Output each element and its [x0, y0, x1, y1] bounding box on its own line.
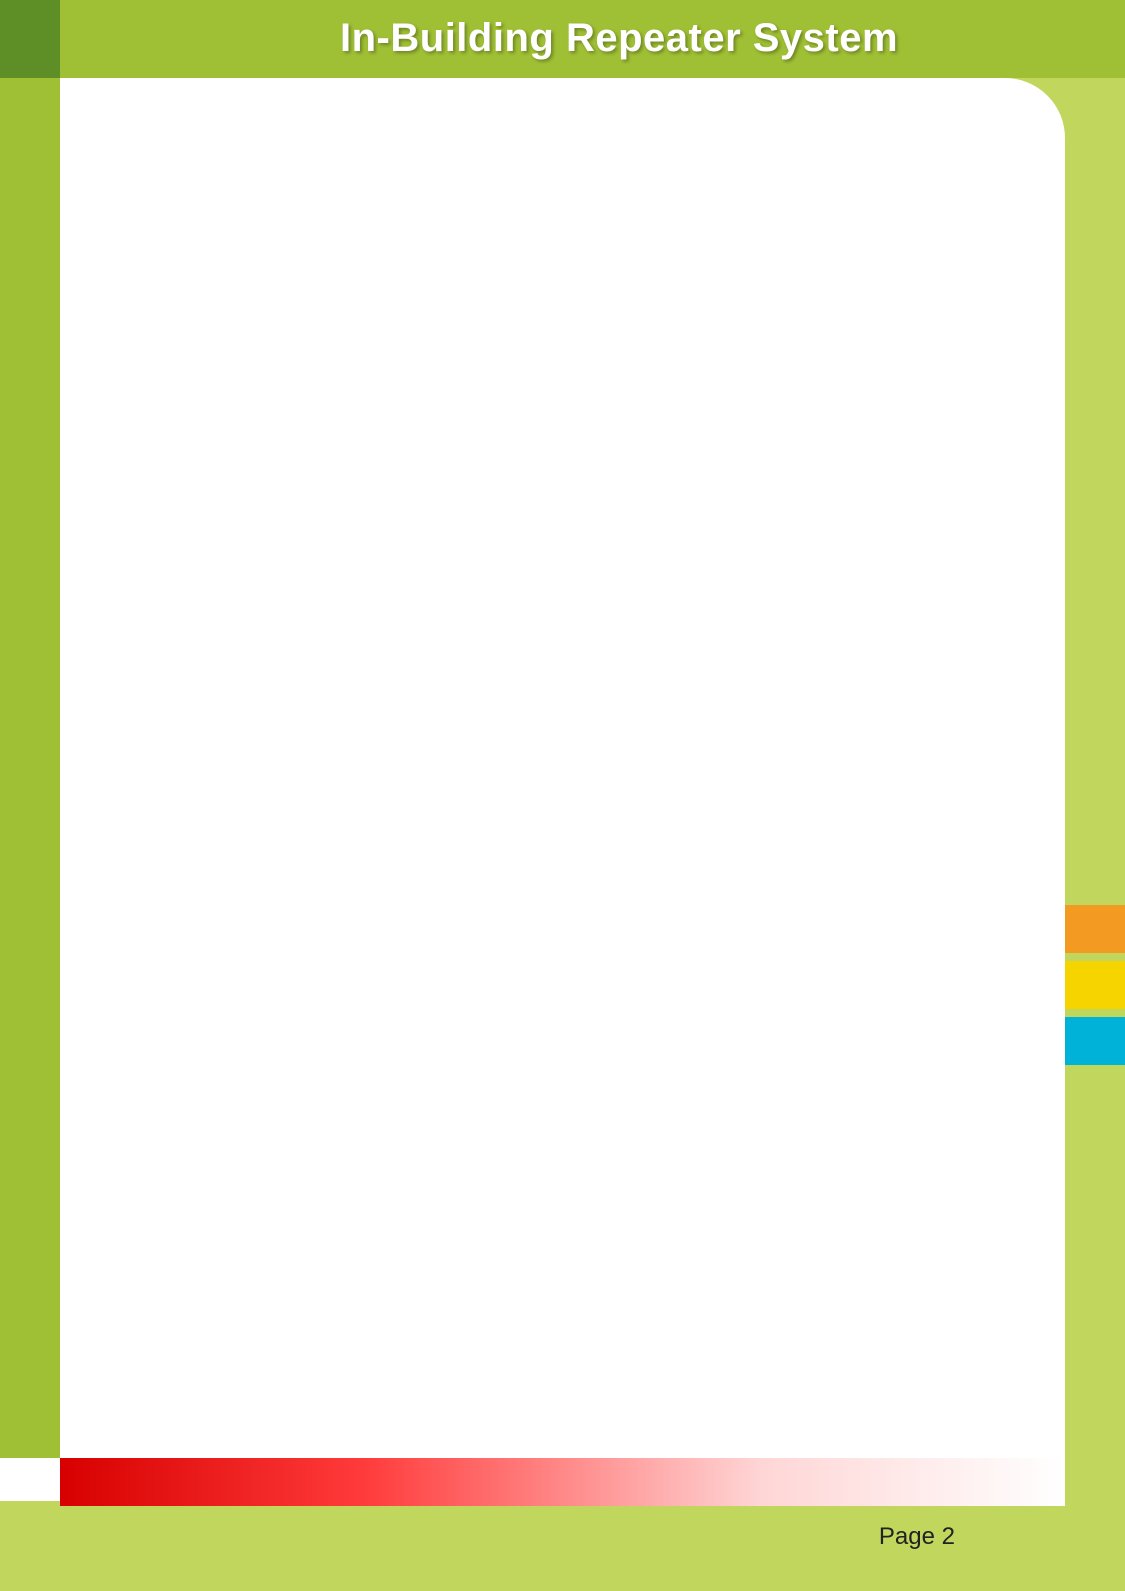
tab-cyan: [1065, 1017, 1125, 1065]
left-green-strip: [0, 78, 60, 1458]
red-gradient-band: [60, 1458, 1065, 1506]
tab-yellow: [1065, 961, 1125, 1009]
document-title: In-Building Repeater System: [340, 16, 898, 61]
page-paper: [60, 78, 1065, 1458]
side-color-tabs: [1065, 905, 1125, 1073]
page-number: Page 2: [879, 1523, 955, 1551]
header-band: In-Building Repeater System: [0, 0, 1125, 78]
bottom-green-strip: [0, 1501, 1125, 1591]
tab-orange: [1065, 905, 1125, 953]
